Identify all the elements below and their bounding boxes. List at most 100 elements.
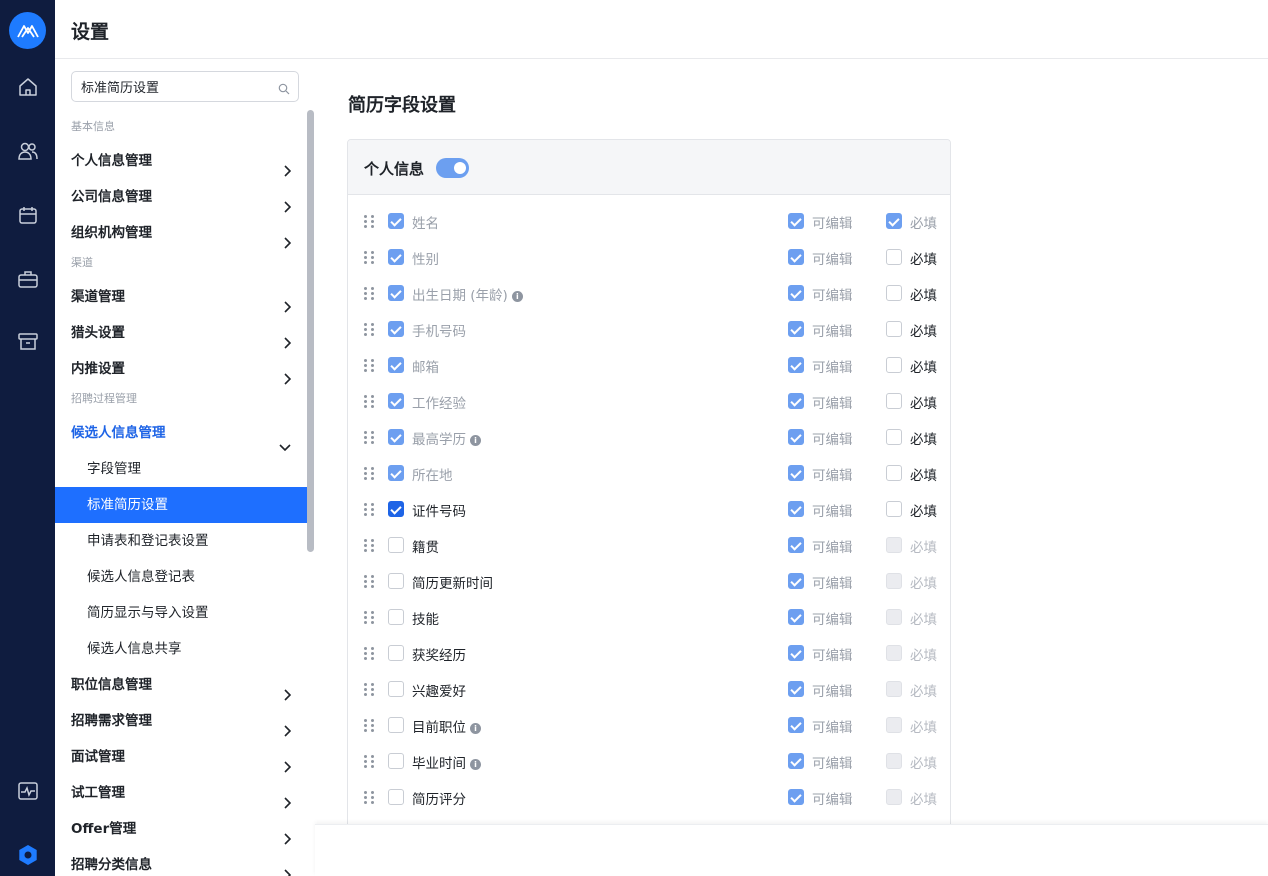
drag-handle-icon[interactable] bbox=[364, 791, 378, 805]
sub-item-candidate-share[interactable]: 候选人信息共享 bbox=[55, 631, 307, 667]
logo-icon[interactable] bbox=[9, 12, 46, 49]
nav-item-trial[interactable]: 试工管理 bbox=[55, 775, 307, 811]
search-box[interactable] bbox=[71, 71, 299, 102]
required-checkbox[interactable] bbox=[886, 753, 902, 769]
required-checkbox[interactable] bbox=[886, 789, 902, 805]
search-input[interactable] bbox=[72, 72, 262, 101]
field-enable-checkbox[interactable] bbox=[388, 717, 404, 733]
editable-checkbox[interactable] bbox=[788, 753, 804, 769]
sub-item-standard-resume[interactable]: 标准简历设置 bbox=[55, 487, 307, 523]
editable-checkbox[interactable] bbox=[788, 249, 804, 265]
nav-item-candidate[interactable]: 候选人信息管理 bbox=[55, 415, 307, 452]
nav-item-company[interactable]: 公司信息管理 bbox=[55, 179, 307, 215]
nav-item-demand[interactable]: 招聘需求管理 bbox=[55, 703, 307, 739]
sub-item-resume-display[interactable]: 简历显示与导入设置 bbox=[55, 595, 307, 631]
required-checkbox[interactable] bbox=[886, 501, 902, 517]
drag-handle-icon[interactable] bbox=[364, 251, 378, 265]
sub-item-fields[interactable]: 字段管理 bbox=[55, 451, 307, 487]
nav-item-category[interactable]: 招聘分类信息 bbox=[55, 847, 307, 876]
editable-checkbox[interactable] bbox=[788, 213, 804, 229]
drag-handle-icon[interactable] bbox=[364, 287, 378, 301]
required-checkbox[interactable] bbox=[886, 609, 902, 625]
drag-handle-icon[interactable] bbox=[364, 215, 378, 229]
field-enable-checkbox[interactable] bbox=[388, 501, 404, 517]
editable-checkbox[interactable] bbox=[788, 429, 804, 445]
search-icon[interactable] bbox=[278, 80, 290, 99]
drag-handle-icon[interactable] bbox=[364, 575, 378, 589]
field-enable-checkbox[interactable] bbox=[388, 213, 404, 229]
required-checkbox[interactable] bbox=[886, 213, 902, 229]
nav-item-headhunter[interactable]: 猎头设置 bbox=[55, 315, 307, 351]
editable-checkbox[interactable] bbox=[788, 681, 804, 697]
required-checkbox[interactable] bbox=[886, 573, 902, 589]
sub-item-application-form[interactable]: 申请表和登记表设置 bbox=[55, 523, 307, 559]
editable-checkbox[interactable] bbox=[788, 573, 804, 589]
required-checkbox[interactable] bbox=[886, 465, 902, 481]
info-icon[interactable]: i bbox=[511, 291, 523, 302]
drag-handle-icon[interactable] bbox=[364, 503, 378, 517]
personal-info-toggle[interactable] bbox=[436, 158, 469, 178]
settings-gear-icon[interactable] bbox=[15, 842, 40, 867]
field-enable-checkbox[interactable] bbox=[388, 321, 404, 337]
required-checkbox[interactable] bbox=[886, 681, 902, 697]
drag-handle-icon[interactable] bbox=[364, 539, 378, 553]
field-enable-checkbox[interactable] bbox=[388, 609, 404, 625]
field-enable-checkbox[interactable] bbox=[388, 357, 404, 373]
field-enable-checkbox[interactable] bbox=[388, 645, 404, 661]
required-checkbox[interactable] bbox=[886, 249, 902, 265]
sub-item-candidate-register[interactable]: 候选人信息登记表 bbox=[55, 559, 307, 595]
briefcase-icon[interactable] bbox=[15, 266, 40, 291]
info-icon[interactable]: i bbox=[470, 723, 481, 734]
editable-checkbox[interactable] bbox=[788, 357, 804, 373]
drag-handle-icon[interactable] bbox=[364, 647, 378, 661]
field-enable-checkbox[interactable] bbox=[388, 429, 404, 445]
nav-item-org[interactable]: 组织机构管理 bbox=[55, 215, 307, 251]
editable-checkbox[interactable] bbox=[788, 321, 804, 337]
field-enable-checkbox[interactable] bbox=[388, 573, 404, 589]
calendar-icon[interactable] bbox=[15, 202, 40, 227]
editable-checkbox[interactable] bbox=[788, 645, 804, 661]
field-enable-checkbox[interactable] bbox=[388, 753, 404, 769]
nav-item-channel[interactable]: 渠道管理 bbox=[55, 279, 307, 315]
editable-checkbox[interactable] bbox=[788, 717, 804, 733]
editable-checkbox[interactable] bbox=[788, 609, 804, 625]
sidebar-scrollbar[interactable] bbox=[307, 110, 314, 552]
field-enable-checkbox[interactable] bbox=[388, 789, 404, 805]
editable-checkbox[interactable] bbox=[788, 465, 804, 481]
editable-checkbox[interactable] bbox=[788, 501, 804, 517]
drag-handle-icon[interactable] bbox=[364, 323, 378, 337]
required-checkbox[interactable] bbox=[886, 717, 902, 733]
info-icon[interactable]: i bbox=[470, 435, 481, 446]
drag-handle-icon[interactable] bbox=[364, 467, 378, 481]
field-enable-checkbox[interactable] bbox=[388, 465, 404, 481]
drag-handle-icon[interactable] bbox=[364, 719, 378, 733]
editable-checkbox[interactable] bbox=[788, 285, 804, 301]
required-checkbox[interactable] bbox=[886, 429, 902, 445]
field-enable-checkbox[interactable] bbox=[388, 249, 404, 265]
editable-checkbox[interactable] bbox=[788, 789, 804, 805]
activity-icon[interactable] bbox=[15, 778, 40, 803]
nav-item-personal[interactable]: 个人信息管理 bbox=[55, 143, 307, 179]
nav-item-interview[interactable]: 面试管理 bbox=[55, 739, 307, 775]
field-enable-checkbox[interactable] bbox=[388, 537, 404, 553]
editable-checkbox[interactable] bbox=[788, 537, 804, 553]
editable-checkbox[interactable] bbox=[788, 393, 804, 409]
required-checkbox[interactable] bbox=[886, 537, 902, 553]
nav-item-referral[interactable]: 内推设置 bbox=[55, 351, 307, 387]
nav-item-offer[interactable]: Offer管理 bbox=[55, 811, 307, 847]
drag-handle-icon[interactable] bbox=[364, 395, 378, 409]
info-icon[interactable]: i bbox=[470, 759, 481, 770]
people-icon[interactable] bbox=[15, 138, 40, 163]
field-enable-checkbox[interactable] bbox=[388, 681, 404, 697]
home-icon[interactable] bbox=[15, 74, 40, 99]
nav-item-position[interactable]: 职位信息管理 bbox=[55, 667, 307, 703]
required-checkbox[interactable] bbox=[886, 645, 902, 661]
drag-handle-icon[interactable] bbox=[364, 611, 378, 625]
drag-handle-icon[interactable] bbox=[364, 359, 378, 373]
drag-handle-icon[interactable] bbox=[364, 431, 378, 445]
required-checkbox[interactable] bbox=[886, 321, 902, 337]
required-checkbox[interactable] bbox=[886, 393, 902, 409]
archive-icon[interactable] bbox=[15, 328, 40, 353]
required-checkbox[interactable] bbox=[886, 357, 902, 373]
field-enable-checkbox[interactable] bbox=[388, 393, 404, 409]
